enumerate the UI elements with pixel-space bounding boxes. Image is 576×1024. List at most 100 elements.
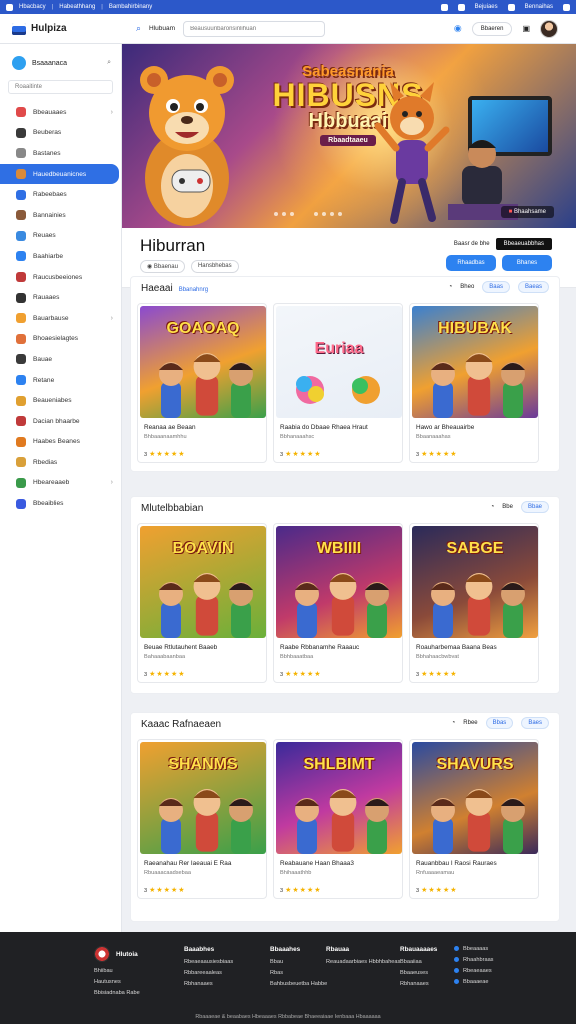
section-link-1[interactable]: Rbee xyxy=(463,720,477,726)
grid-icon[interactable]: ▣ xyxy=(522,24,530,33)
search-icon[interactable]: ⌕ xyxy=(136,23,141,34)
card-title[interactable]: Beuae Rtlutauhent Baaeb xyxy=(144,644,260,651)
sidebar-item[interactable]: Beaueniabes xyxy=(0,390,121,411)
card-title[interactable]: Hawo ar Bheauairbe xyxy=(416,424,532,431)
sidebar-item[interactable]: Hauedbeuanicnes xyxy=(0,163,119,185)
footer-social[interactable]: Rbeaeaaes xyxy=(454,968,493,974)
action-button-2[interactable]: Bhanes xyxy=(502,255,552,271)
game-thumbnail[interactable]: SHAVURS xyxy=(412,742,538,854)
footer-link[interactable]: Rbhanaaes xyxy=(184,981,233,987)
hero-banner[interactable]: Sabeasnania HIBUSNS Hbbuaai Rbaadtaaeu ■… xyxy=(122,44,576,228)
search-icon[interactable] xyxy=(440,3,448,11)
primary-dark-button[interactable]: Bbeaeuabbhas xyxy=(495,238,552,250)
section-chip-1[interactable]: Baas xyxy=(482,281,510,293)
mail-icon[interactable] xyxy=(507,3,515,11)
section-chip-1[interactable]: Bbas xyxy=(485,717,514,729)
avatar[interactable] xyxy=(540,19,558,38)
footer-link[interactable]: Bahbusbeuetba Habbe xyxy=(270,981,327,987)
sidebar-item[interactable]: Beuberas xyxy=(0,123,121,144)
card-title[interactable]: Raabia do Dbaae Rhaea Hraut xyxy=(280,424,396,431)
sidebar-item[interactable]: Bauarbause › xyxy=(0,308,121,329)
game-thumbnail[interactable]: SHANMS xyxy=(140,742,266,854)
card-title[interactable]: Rauanbbau I Raosi Rauraes xyxy=(416,860,532,867)
section-link-1[interactable]: Bheo xyxy=(460,284,474,290)
game-thumbnail[interactable]: SHLBIMT xyxy=(276,742,402,854)
footer-link[interactable]: Rbeaeaausiesbiaas xyxy=(184,959,233,965)
sidebar-item[interactable]: Rauaaes xyxy=(0,287,121,308)
sidebar-item[interactable]: Haabes Beanes xyxy=(0,432,121,453)
game-card[interactable]: SHAVURS Rauanbbau I Raosi Rauraes Rnfuaaae… xyxy=(409,739,539,899)
game-card[interactable]: GOAOAQ Reanaa ae Beaan Bhbaaanaamhhu 3 ★★★★★ xyxy=(137,303,267,463)
sidebar-item[interactable]: Rabeebaes xyxy=(0,184,121,205)
search-icon[interactable]: ⌕ xyxy=(107,59,111,67)
top-bar-right-1[interactable]: Bejuiaes xyxy=(475,4,498,10)
footer-link[interactable]: Bbaaeuses xyxy=(400,970,437,976)
top-bar-brand[interactable]: Hbacbacy xyxy=(19,4,46,10)
filter-icon[interactable]: ◔ xyxy=(452,720,456,726)
game-card[interactable]: SHANMS Raeanahau Rer Iaeauai E Raa Rbuaaac… xyxy=(137,739,267,899)
filter-icon[interactable]: ◔ xyxy=(449,284,453,290)
footer-link[interactable]: Rbas xyxy=(270,970,327,976)
section-chip-2[interactable]: Baeas xyxy=(517,281,549,293)
sidebar-item[interactable]: Bauae xyxy=(0,349,121,370)
card-title[interactable]: Raeanahau Rer Iaeauai E Raa xyxy=(144,860,260,867)
game-thumbnail[interactable]: SABGE xyxy=(412,526,538,638)
sidebar-item[interactable]: Bbeauaaes › xyxy=(0,102,121,123)
footer-social[interactable]: Rhaahbraas xyxy=(454,957,493,963)
sidebar-item[interactable]: Dacian bhaarbe xyxy=(0,411,121,432)
game-card[interactable]: SHLBIMT Reabauane Haan Bhaaa3 Bhihaaathhb 3… xyxy=(273,739,403,899)
sidebar-item[interactable]: Baahiarbe xyxy=(0,246,121,267)
logo[interactable]: Hulpiza xyxy=(0,22,122,35)
sidebar-item[interactable]: Bastanes xyxy=(0,143,121,164)
sidebar-item[interactable]: Bbeaiblies xyxy=(0,493,121,514)
sidebar-item[interactable]: Retane xyxy=(0,370,121,391)
section-chip-1[interactable]: Bbae xyxy=(520,501,549,513)
carousel-dots[interactable] xyxy=(274,212,342,216)
footer-link[interactable]: Bbaaiiaa xyxy=(400,959,437,965)
footer-link[interactable]: Rbhanaaes xyxy=(400,981,437,987)
sidebar-item[interactable]: Hbeareaaeb › xyxy=(0,473,121,494)
game-card[interactable]: SABGE Roauharbemaa Baana Beas Bbhahaacbwbv… xyxy=(409,523,539,683)
game-card[interactable]: BOAVIN Beuae Rtlutauhent Baaeb Bahaaabaanb… xyxy=(137,523,267,683)
sidebar-item[interactable]: Bannainies xyxy=(0,205,121,226)
footer-social[interactable]: Bbaaaeae xyxy=(454,979,493,985)
card-title[interactable]: Roauharbemaa Baana Beas xyxy=(416,644,532,651)
sidebar-item[interactable]: Reuaes xyxy=(0,226,121,247)
top-bar-link-1[interactable]: Habeathhang xyxy=(59,4,95,10)
section-link-1[interactable]: Bbe xyxy=(502,504,513,510)
sidebar-search[interactable]: Roaaitinte xyxy=(8,80,113,94)
tag-1[interactable]: ◉ Bbaenau xyxy=(140,260,185,273)
tag-2[interactable]: Hansbhebas xyxy=(190,260,239,273)
sidebar-user[interactable]: Bsaaanaca ⌕ xyxy=(0,44,121,76)
game-thumbnail[interactable]: BOAVIN xyxy=(140,526,266,638)
card-title[interactable]: Reabauane Haan Bhaaa3 xyxy=(280,860,396,867)
card-title[interactable]: Reanaa ae Beaan xyxy=(144,424,260,431)
notification-icon[interactable] xyxy=(457,3,465,11)
settings-icon[interactable] xyxy=(563,3,570,11)
game-thumbnail[interactable]: HIBUBAK xyxy=(412,306,538,418)
hero-badge[interactable]: ■ Bhaahsame xyxy=(500,206,554,218)
game-thumbnail[interactable]: WBIIII xyxy=(276,526,402,638)
footer-social[interactable]: Bbeaaaas xyxy=(454,946,493,952)
section-chip-2[interactable]: Baes xyxy=(521,717,549,729)
footer-link[interactable]: Rbbareeaaleas xyxy=(184,970,233,976)
footer-link[interactable]: Bbau xyxy=(270,959,327,965)
header-button[interactable]: Bbaeren xyxy=(471,21,513,36)
game-thumbnail[interactable]: GOAOAQ xyxy=(140,306,266,418)
search-input[interactable] xyxy=(183,20,326,37)
sidebar-item[interactable]: Bhoaesielagtes xyxy=(0,329,121,350)
game-card[interactable]: HIBUBAK Hawo ar Bheauairbe Bbaanaaahas 3 ★★★… xyxy=(409,303,539,463)
card-title[interactable]: Raabe Rbbanamhe Raaauc xyxy=(280,644,396,651)
sidebar-item[interactable]: Raucusbeeiones xyxy=(0,267,121,288)
footer-link[interactable]: Reauadaarbiaes Hbbhbaheas xyxy=(326,959,400,965)
filter-icon[interactable]: ◔ xyxy=(491,504,495,510)
detail-link[interactable]: Baasr de bhe xyxy=(454,241,490,247)
game-card[interactable]: Euriaa Raabia do Dbaae Rhaea Hraut Bbhanaa… xyxy=(273,303,403,463)
game-card[interactable]: WBIIII Raabe Rbbanamhe Raaauc Bbhbaaatbaa 3… xyxy=(273,523,403,683)
help-icon[interactable]: ◉ xyxy=(454,23,462,34)
section-subtitle[interactable]: Bbanahnrg xyxy=(179,287,208,293)
home-icon[interactable] xyxy=(6,3,13,11)
sidebar-item[interactable]: Rbedias xyxy=(0,452,121,473)
top-bar-link-2[interactable]: Bambahirbinany xyxy=(109,4,152,10)
action-button-1[interactable]: Rhaadbas xyxy=(446,255,496,271)
